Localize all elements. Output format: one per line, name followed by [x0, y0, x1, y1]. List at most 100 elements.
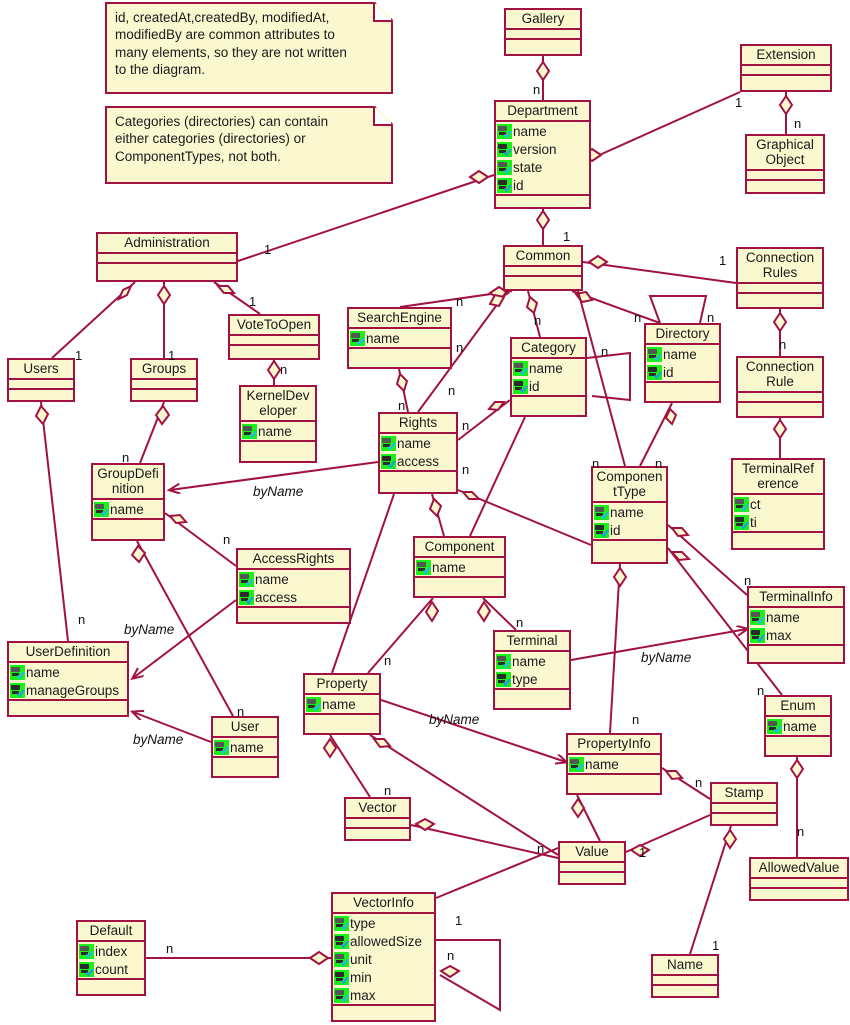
class-name: Value: [560, 843, 624, 864]
multiplicity-label: n: [384, 783, 392, 798]
class-box-extension[interactable]: Extension: [740, 44, 832, 92]
class-box-component[interactable]: Component name: [413, 536, 506, 598]
association-role-label: byName: [133, 732, 184, 747]
class-box-gallery[interactable]: Gallery: [504, 8, 582, 56]
class-box-rights[interactable]: Rights name access: [378, 412, 458, 494]
attribute-name: name: [366, 330, 400, 346]
class-name: AccessRights: [238, 550, 349, 571]
class-box-componenttype[interactable]: Componen tType name id: [591, 466, 668, 564]
class-box-users[interactable]: Users: [7, 358, 75, 402]
class-box-vector[interactable]: Vector: [344, 797, 411, 841]
attribute-row: name: [241, 422, 315, 440]
multiplicity-label: 1: [264, 242, 272, 257]
multiplicity-label: 1: [712, 938, 720, 953]
class-operations: [496, 196, 589, 205]
class-box-name[interactable]: Name: [651, 954, 719, 998]
class-box-groupdefinition[interactable]: GroupDefi nition name: [91, 463, 165, 541]
class-box-vectorinfo[interactable]: VectorInfo type allowedSize unit min max: [331, 892, 436, 1022]
attribute-row: id: [593, 521, 666, 539]
class-box-accessrights[interactable]: AccessRights name access: [236, 548, 351, 624]
class-box-property[interactable]: Property name: [303, 673, 381, 735]
attribute-row: ti: [733, 513, 823, 531]
class-attributes: name access: [380, 434, 456, 473]
class-box-allowedvalue[interactable]: AllowedValue: [749, 857, 849, 901]
attribute-visibility-icon: [513, 378, 528, 394]
class-box-category[interactable]: Category name id: [510, 337, 587, 417]
multiplicity-label: 1: [719, 253, 727, 268]
class-name: VectorInfo: [333, 894, 434, 915]
attribute-name: type: [350, 915, 376, 931]
class-box-groups[interactable]: Groups: [130, 358, 198, 402]
attribute-name: name: [783, 718, 817, 734]
multiplicity-label: n: [78, 612, 86, 627]
attribute-visibility-icon: [497, 141, 512, 157]
class-attributes: [738, 393, 822, 404]
class-name: Graphical Object: [747, 136, 823, 172]
attribute-name: type: [512, 671, 538, 687]
attribute-visibility-icon: [497, 123, 512, 139]
class-attributes: name: [213, 738, 277, 759]
class-box-userdefinition[interactable]: UserDefinition name manageGroups: [7, 641, 129, 717]
attribute-name: name: [663, 346, 697, 362]
attribute-visibility-icon: [334, 915, 349, 931]
class-operations: [213, 758, 277, 767]
class-operations: [238, 608, 349, 617]
class-name: GroupDefi nition: [93, 465, 163, 501]
class-operations: [495, 690, 569, 699]
class-box-common[interactable]: Common: [503, 245, 583, 291]
class-box-graphicalobject[interactable]: Graphical Object: [745, 134, 825, 194]
class-box-department[interactable]: Department name version state id: [494, 100, 591, 209]
class-box-connectionrule[interactable]: Connection Rule: [736, 356, 824, 418]
class-name: User: [213, 718, 277, 739]
class-operations: [9, 390, 73, 399]
attribute-name: name: [529, 360, 563, 376]
class-box-terminalinfo[interactable]: TerminalInfo name max: [747, 586, 845, 664]
class-box-default[interactable]: Default index count: [76, 920, 146, 996]
attribute-visibility-icon: [239, 589, 254, 605]
class-name: Directory: [646, 325, 719, 346]
class-box-propertyinfo[interactable]: PropertyInfo name: [566, 733, 662, 795]
class-box-enum[interactable]: Enum name: [764, 695, 832, 757]
class-name: PropertyInfo: [568, 735, 660, 756]
class-box-value[interactable]: Value: [558, 841, 626, 885]
class-attributes: ct ti: [733, 495, 823, 534]
class-box-terminal[interactable]: Terminal name type: [493, 630, 571, 710]
class-attributes: name: [93, 500, 163, 521]
class-attributes: name: [415, 558, 504, 579]
class-box-stamp[interactable]: Stamp: [710, 782, 778, 826]
attribute-visibility-icon: [94, 501, 109, 517]
class-box-votetoopen[interactable]: VoteToOpen: [228, 314, 320, 360]
class-box-directory[interactable]: Directory name id: [644, 323, 721, 403]
multiplicity-label: n: [634, 310, 642, 325]
class-box-searchengine[interactable]: SearchEngine name: [347, 307, 452, 369]
attribute-row: min: [333, 968, 434, 986]
class-operations: [742, 76, 830, 85]
class-name: Stamp: [712, 784, 776, 805]
class-box-connectionrules[interactable]: Connection Rules: [736, 247, 824, 309]
class-name: Common: [505, 247, 581, 268]
attribute-name: state: [513, 159, 543, 175]
attribute-row: index: [78, 942, 144, 960]
class-attributes: type allowedSize unit min max: [333, 914, 434, 1007]
attribute-visibility-icon: [750, 609, 765, 625]
multiplicity-label: n: [695, 775, 703, 790]
attribute-row: type: [495, 670, 569, 688]
uml-diagram-canvas: id, createdAt,createdBy, modifiedAt, mod…: [0, 0, 850, 1025]
class-name: Connection Rules: [738, 249, 822, 285]
attribute-name: manageGroups: [26, 682, 120, 698]
attribute-row: name: [9, 663, 127, 681]
class-operations: [230, 346, 318, 355]
attribute-row: name: [93, 500, 163, 518]
multiplicity-label: n: [280, 362, 288, 377]
class-attributes: [742, 66, 830, 77]
multiplicity-label: n: [632, 712, 640, 727]
note-text: id, createdAt,createdBy, modifiedAt, mod…: [115, 10, 347, 77]
class-box-kerneldeveloper[interactable]: KernelDev eloper name: [239, 385, 317, 463]
class-box-user[interactable]: User name: [211, 716, 279, 778]
attribute-name: ti: [750, 514, 757, 530]
class-box-terminalreference[interactable]: TerminalRef erence ct ti: [731, 458, 825, 550]
class-operations: [766, 737, 830, 746]
attribute-name: name: [26, 664, 60, 680]
attribute-row: name: [766, 717, 830, 735]
class-box-administration[interactable]: Administration: [96, 232, 238, 282]
